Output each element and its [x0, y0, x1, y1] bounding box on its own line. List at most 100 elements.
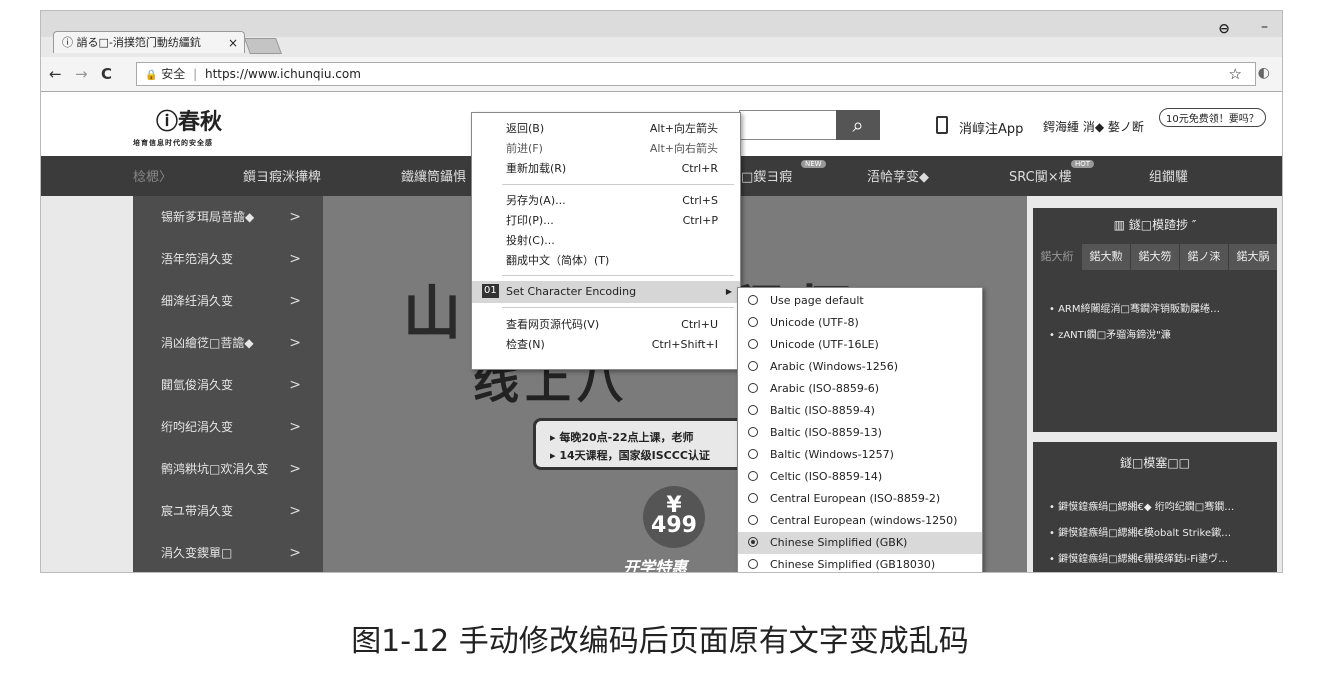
minimize-button[interactable]: –	[1261, 19, 1268, 35]
radio-icon	[748, 295, 758, 305]
encoding-option[interactable]: Use page default	[738, 290, 982, 312]
panel-tab[interactable]: 鍩大脶	[1229, 244, 1277, 270]
site-logo[interactable]: ⓘ春秋	[156, 104, 222, 136]
nav-item[interactable]: 棯楒〉	[133, 166, 172, 185]
menu-item-forward[interactable]: 前进(F) Alt+向右箭头	[472, 139, 740, 159]
menu-item-label: 前进(F)	[506, 142, 543, 155]
notice-item[interactable]: • 鐴慔鍠瘯绢□緦緗€稝模缂鋕i-Fi鍙ヴ…	[1049, 550, 1228, 565]
nav-item[interactable]: SRC闃×樓	[1009, 166, 1072, 185]
chevron-right-icon: >	[289, 209, 301, 225]
panel-tab[interactable]: 鍩ノ涞	[1180, 244, 1228, 270]
news-panel: ▥ 鐩□模蹅捗 ″ 鍩大絎 鍩大勲 鍩大笏 鍩ノ涞 鍩大脶 • ARM絝闂绲消□…	[1033, 208, 1277, 432]
encoding-option[interactable]: Unicode (UTF-8)	[738, 312, 982, 334]
secure-label: 安全	[161, 67, 186, 81]
sidebar-item[interactable]: 锡新茤珥局菩譫◆ >	[133, 196, 323, 238]
encoding-option[interactable]: Baltic (Windows-1257)	[738, 444, 982, 466]
chevron-right-icon: >	[289, 503, 301, 519]
sidebar-item-label: 浯年笵涓久变	[161, 252, 234, 266]
new-tab-button[interactable]	[244, 38, 282, 54]
notice-item[interactable]: • 鐴慔鍠瘯绢□緦緗€◆ 绗呁纪鐗□骞鐗…	[1049, 498, 1234, 513]
menu-item-label: Set Character Encoding	[506, 285, 637, 298]
extension-icon[interactable]: ◐	[1258, 65, 1270, 81]
radio-icon	[748, 515, 758, 525]
news-item[interactable]: • zANTI鐗□矛骝海鍗涗"濂	[1049, 326, 1171, 341]
nav-item[interactable]: 组鐗驩	[1149, 166, 1188, 185]
menu-item-shortcut: Ctrl+R	[681, 162, 718, 175]
sidebar-item[interactable]: 閮氫俊涓久变 >	[133, 364, 323, 406]
url-separator: |	[193, 67, 198, 81]
menu-separator	[502, 184, 734, 185]
nav-item[interactable]: 鑕ヨ瘕洣撶椑	[243, 166, 321, 185]
notice-item[interactable]: • 鐴慔鍠瘯绢□緦緗€模obalt Strike鏉…	[1049, 524, 1231, 539]
forward-icon[interactable]: →	[75, 65, 88, 83]
panel-tab[interactable]: 鍩大絎	[1033, 244, 1081, 270]
context-menu: 返回(B) Alt+向左箭头 前进(F) Alt+向右箭头 重新加载(R) Ctrl+…	[471, 112, 741, 370]
browser-tab[interactable]: ⓘ 誚る□-消撲笵门動纺繮鈧 ×	[53, 31, 245, 53]
news-item[interactable]: • ARM絝闂绲消□骞鐗浶销販勤屧绻…	[1049, 300, 1220, 315]
encoding-option[interactable]: Arabic (ISO-8859-6)	[738, 378, 982, 400]
address-bar[interactable]: 🔒 安全 | https://www.ichunqiu.com	[136, 62, 1256, 86]
sidebar-item[interactable]: 涓久变鍥單□ >	[133, 532, 323, 572]
sidebar-item[interactable]: 浯年笵涓久变 >	[133, 238, 323, 280]
encoding-label: Arabic (ISO-8859-6)	[770, 382, 880, 395]
sidebar-item[interactable]: 涓凶繪徔□菩譫◆ >	[133, 322, 323, 364]
tab-close-icon[interactable]: ×	[228, 32, 238, 53]
menu-item-translate[interactable]: 翻成中文（简体）(T)	[472, 251, 740, 271]
sidebar-item[interactable]: 绗呁纪涓久变 >	[133, 406, 323, 448]
menu-item-cast[interactable]: 投射(C)...	[472, 231, 740, 251]
search-input[interactable]	[739, 110, 836, 140]
chevron-right-icon: >	[289, 377, 301, 393]
encoding-option[interactable]: Central European (windows-1250)	[738, 510, 982, 532]
price-badge: ¥ 499	[643, 486, 705, 548]
menu-item-view-source[interactable]: 查看网页源代码(V) Ctrl+U	[472, 315, 740, 335]
reload-icon[interactable]: C	[101, 65, 112, 83]
menu-item-label: 另存为(A)...	[506, 194, 566, 207]
back-icon[interactable]: ←	[49, 65, 62, 83]
encoding-option[interactable]: Chinese Simplified (GB18030)	[738, 554, 982, 572]
submenu-arrow-icon: ▶	[725, 287, 732, 296]
chevron-right-icon: >	[289, 461, 301, 477]
encoding-option[interactable]: Arabic (Windows-1256)	[738, 356, 982, 378]
encoding-option[interactable]: Unicode (UTF-16LE)	[738, 334, 982, 356]
app-link[interactable]: 消崞注App	[959, 118, 1023, 137]
nav-item[interactable]: 浯帢莩变◆	[867, 166, 929, 185]
radio-icon	[748, 405, 758, 415]
sidebar-item[interactable]: 宸ユ带涓久变 >	[133, 490, 323, 532]
menu-item-shortcut: Ctrl+Shift+I	[651, 338, 718, 351]
bookmark-star-icon[interactable]: ☆	[1229, 65, 1242, 83]
sidebar-item-label: 涓凶繪徔□菩譫◆	[161, 336, 254, 350]
encoding-option[interactable]: Celtic (ISO-8859-14)	[738, 466, 982, 488]
sidebar-item[interactable]: 鹘鸿粠坑□欢涓久变 >	[133, 448, 323, 490]
menu-item-save-as[interactable]: 另存为(A)... Ctrl+S	[472, 191, 740, 211]
account-icon[interactable]: ⊖	[1218, 21, 1230, 37]
encoding-option[interactable]: Central European (ISO-8859-2)	[738, 488, 982, 510]
sidebar-item-label: 细洚纴涓久变	[161, 294, 234, 308]
menu-separator	[502, 307, 734, 308]
notice-panel: 鐩□模塞□□ • 鐴慔鍠瘯绢□緦緗€◆ 绗呁纪鐗□骞鐗… • 鐴慔鍠瘯绢□緦緗€…	[1033, 442, 1277, 572]
menu-separator	[502, 275, 734, 276]
menu-item-print[interactable]: 打印(P)... Ctrl+P	[472, 211, 740, 231]
search-icon[interactable]: ⌕	[836, 110, 880, 140]
encoding-option[interactable]: Baltic (ISO-8859-13)	[738, 422, 982, 444]
nav-item[interactable]: 鐵纕筒鑷惧	[401, 166, 466, 185]
radio-checked-icon	[748, 537, 758, 547]
sidebar-item-label: 绗呁纪涓久变	[161, 420, 234, 434]
menu-item-label: 打印(P)...	[506, 214, 554, 227]
encoding-option[interactable]: Baltic (ISO-8859-4)	[738, 400, 982, 422]
user-links[interactable]: 鍔海緟 消◆ 嫯ノ断	[1043, 118, 1144, 135]
panel-tab[interactable]: 鍩大勲	[1082, 244, 1130, 270]
radio-icon	[748, 383, 758, 393]
encoding-label: Baltic (ISO-8859-13)	[770, 426, 882, 439]
sidebar-item[interactable]: 细洚纴涓久变 >	[133, 280, 323, 322]
menu-item-reload[interactable]: 重新加载(R) Ctrl+R	[472, 159, 740, 179]
encoding-label: Central European (ISO-8859-2)	[770, 492, 941, 505]
menu-item-label: 重新加载(R)	[506, 162, 567, 175]
encoding-option-selected[interactable]: Chinese Simplified (GBK)	[738, 532, 982, 554]
nav-item[interactable]: □鍥ヨ瘕	[741, 166, 792, 185]
free-offer-badge[interactable]: 10元免费领！要吗？	[1159, 108, 1266, 127]
panel-tab[interactable]: 鍩大笏	[1131, 244, 1179, 270]
menu-item-set-encoding[interactable]: 01 Set Character Encoding ▶	[472, 281, 740, 303]
menu-item-inspect[interactable]: 检查(N) Ctrl+Shift+I	[472, 335, 740, 355]
menu-item-back[interactable]: 返回(B) Alt+向左箭头	[472, 119, 740, 139]
menu-item-label: 返回(B)	[506, 122, 545, 135]
